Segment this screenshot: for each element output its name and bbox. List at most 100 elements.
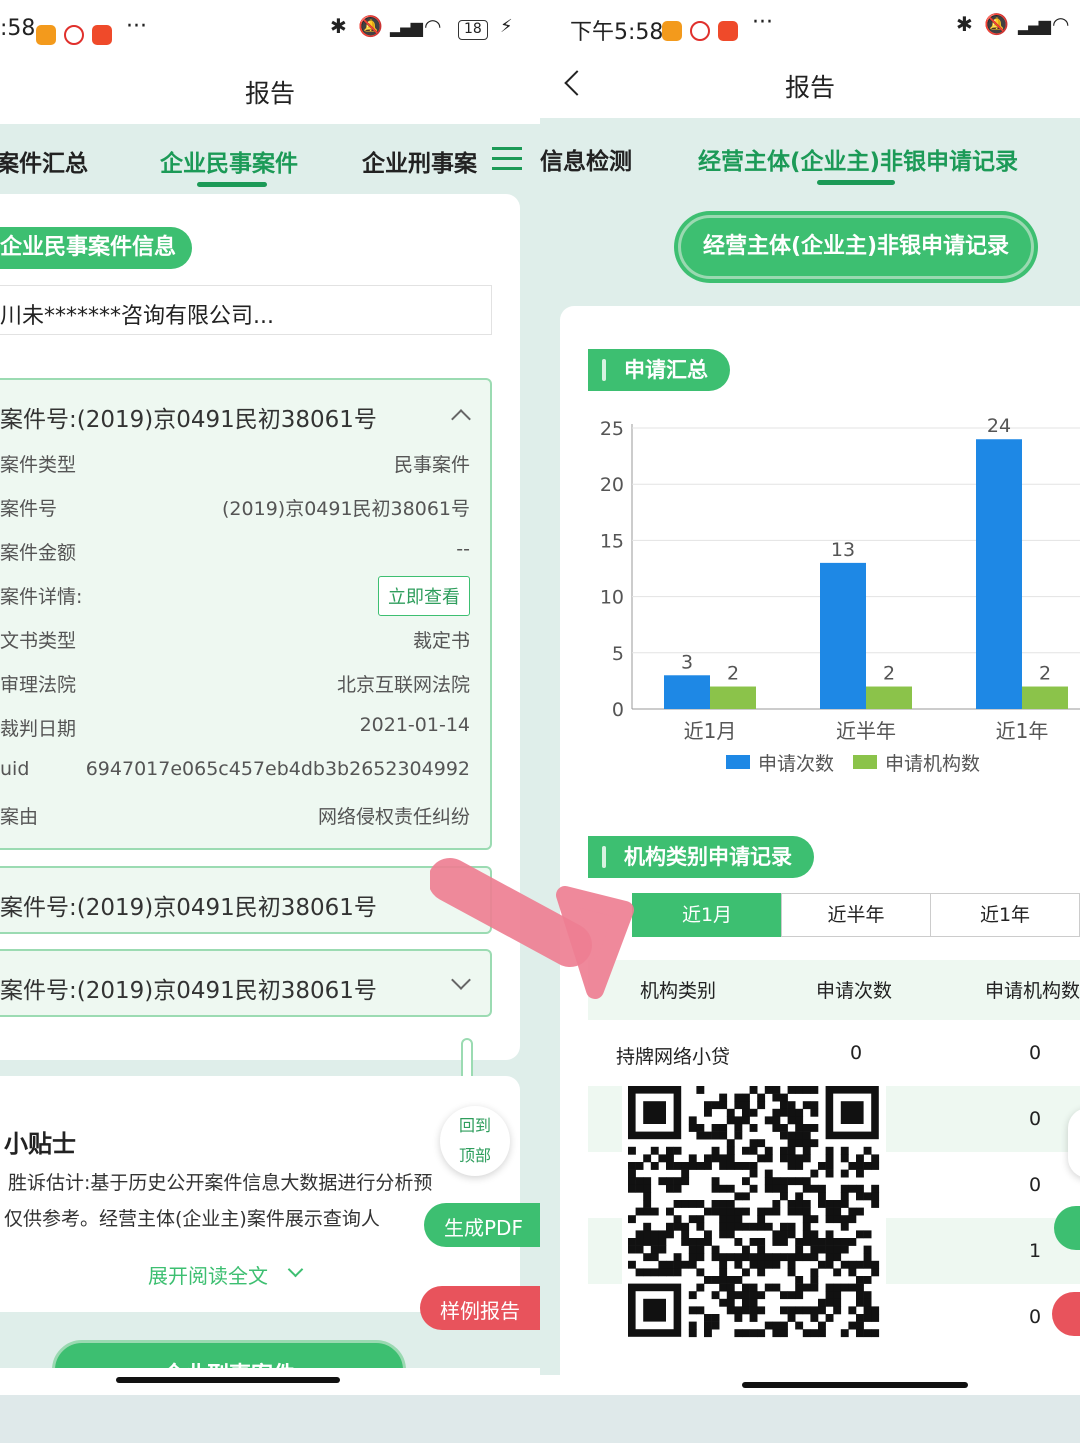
qr-code-image — [622, 1080, 886, 1344]
table-row: 持牌网络小贷 0 0 — [588, 1020, 1080, 1086]
menu-icon[interactable] — [492, 146, 522, 170]
case-field-row: 审理法院 北京互联网法院 — [0, 662, 470, 706]
status-bar: :58 ··· ✱ 🔕 ▂▄▆ ◠ 18 ⚡ — [0, 0, 540, 62]
expand-label: 展开阅读全文 — [148, 1264, 268, 1288]
tab-case-summary[interactable]: 案件汇总 — [0, 144, 88, 178]
right-screenshot: 下午5:58 ··· ✱ 🔕 ▂▄▆ ◠ 报告 信息检测 经营主体(企业主)非银… — [540, 0, 1080, 1395]
period-tab-6m[interactable]: 近半年 — [781, 893, 931, 937]
case-title: 案件号:(2019)京0491民初38061号 — [0, 895, 377, 921]
case-field-row: 案件类型 民事案件 — [0, 442, 470, 486]
x-tick-label: 近1年 — [996, 719, 1049, 743]
signal-icon: ▂▄▆ — [390, 18, 423, 37]
case-field-row: 案由 网络侵权责任纠纷 — [0, 794, 470, 838]
mute-icon: 🔕 — [984, 12, 1009, 36]
page-title: 报告 — [784, 73, 835, 102]
field-value: 网络侵权责任纠纷 — [317, 806, 470, 828]
field-label: 案由 — [0, 806, 39, 828]
title-bar: 报告 — [540, 56, 1080, 118]
company-select[interactable]: 川未*******咨询有限公司... — [0, 285, 492, 335]
case-field-row: uid 6947017e065c457eb4db3b2652304992 — [0, 750, 470, 794]
case-item-collapsed[interactable]: 案件号:(2019)京0491民初38061号 — [0, 949, 492, 1017]
app-notification-icon — [92, 22, 112, 47]
tab-non-bank-records[interactable]: 经营主体(企业主)非银申请记录 — [698, 142, 1018, 176]
cell-orgs: 0 — [1029, 1174, 1042, 1196]
field-label: 审理法院 — [0, 674, 77, 696]
bluetooth-icon: ✱ — [956, 12, 973, 36]
field-value: 民事案件 — [393, 454, 470, 476]
back-to-top-button[interactable] — [1068, 1108, 1080, 1178]
cell-orgs: 0 — [1029, 1042, 1042, 1064]
data-label: 3 — [681, 651, 693, 673]
weibo-icon — [690, 18, 710, 43]
field-value: 裁定书 — [412, 630, 470, 652]
y-tick-label: 25 — [600, 418, 624, 440]
field-label: 案件金额 — [0, 542, 77, 564]
active-tab-indicator — [197, 182, 267, 187]
field-label: 案件号 — [0, 498, 58, 520]
app-notification-icon — [36, 22, 56, 47]
cell-category: 持牌网络小贷 — [616, 1046, 731, 1068]
tab-enterprise-criminal[interactable]: 企业刑事案 — [362, 144, 477, 178]
field-value: -- — [456, 538, 470, 560]
more-notifications-icon: ··· — [126, 14, 147, 39]
weibo-icon — [64, 22, 84, 47]
bar — [664, 675, 710, 709]
status-bar: 下午5:58 ··· ✱ 🔕 ▂▄▆ ◠ — [540, 0, 1080, 62]
title-bar-mark — [602, 359, 606, 381]
expand-full-text-link[interactable]: 展开阅读全文 — [148, 1260, 304, 1289]
tab-info-check[interactable]: 信息检测 — [540, 142, 632, 176]
table-header: 机构类别 申请次数 申请机构数 — [588, 960, 1080, 1020]
case-field-row: 案件详情: 立即查看 — [0, 574, 470, 618]
header-count: 申请次数 — [816, 980, 893, 1002]
home-indicator[interactable] — [116, 1377, 340, 1383]
x-tick-label: 近半年 — [836, 719, 896, 743]
chevron-up-icon[interactable] — [451, 409, 471, 429]
charging-icon: ⚡ — [500, 16, 513, 37]
status-time: :58 — [0, 16, 36, 41]
tips-line: 胜诉估计:基于历史公开案件信息大数据进行分析预 — [8, 1172, 433, 1194]
legend-label: 申请机构数 — [885, 753, 980, 775]
bar — [1022, 686, 1068, 709]
back-to-top-button[interactable]: 回到 顶部 — [440, 1106, 510, 1176]
case-title[interactable]: 案件号:(2019)京0491民初38061号 — [0, 400, 377, 434]
cell-orgs: 0 — [1029, 1306, 1042, 1328]
bar — [710, 686, 756, 709]
tab-enterprise-civil[interactable]: 企业民事案件 — [160, 144, 298, 178]
bar — [820, 562, 866, 709]
generate-pdf-button[interactable]: 生成PDF — [424, 1203, 540, 1247]
back-to-top-label: 回到 — [458, 1116, 491, 1135]
sample-report-button[interactable]: 样例报告 — [420, 1286, 540, 1330]
cell-count: 0 — [850, 1042, 863, 1064]
mute-icon: 🔕 — [358, 14, 383, 38]
cell-orgs: 1 — [1029, 1240, 1042, 1262]
field-label: uid — [0, 758, 30, 780]
app-notification-icon — [718, 18, 738, 43]
x-tick-label: 近1月 — [684, 719, 737, 743]
active-tab-indicator — [817, 180, 895, 185]
report-tabs: 信息检测 经营主体(企业主)非银申请记录 — [540, 118, 1080, 192]
wifi-icon: ◠ — [424, 14, 442, 38]
home-indicator[interactable] — [742, 1382, 968, 1388]
field-value: (2019)京0491民初38061号 — [222, 498, 470, 520]
case-field-row: 裁判日期 2021-01-14 — [0, 706, 470, 750]
view-details-button[interactable]: 立即查看 — [378, 576, 470, 616]
y-tick-label: 15 — [600, 530, 624, 552]
field-value: 2021-01-14 — [359, 714, 470, 736]
back-to-top-label: 顶部 — [458, 1146, 491, 1165]
left-screenshot: :58 ··· ✱ 🔕 ▂▄▆ ◠ 18 ⚡ 报告 案件汇总 企业民事案件 企业… — [0, 0, 540, 1395]
bluetooth-icon: ✱ — [330, 14, 347, 38]
data-label: 2 — [1039, 663, 1051, 685]
y-tick-label: 0 — [612, 699, 624, 721]
case-item-collapsed[interactable]: 案件号:(2019)京0491民初38061号 — [0, 866, 492, 934]
data-label: 13 — [831, 539, 855, 561]
case-item-expanded: 案件号:(2019)京0491民初38061号 案件类型 民事案件 案件号 (2… — [0, 378, 492, 850]
page-title: 报告 — [244, 79, 295, 108]
period-tab-1y[interactable]: 近1年 — [930, 893, 1080, 937]
field-value: 6947017e065c457eb4db3b2652304992 — [85, 758, 470, 780]
field-label: 文书类型 — [0, 630, 77, 652]
wifi-icon: ◠ — [1052, 12, 1070, 36]
case-title: 案件号:(2019)京0491民初38061号 — [0, 978, 377, 1004]
case-field-row: 案件号 (2019)京0491民初38061号 — [0, 486, 470, 530]
signal-icon: ▂▄▆ — [1018, 16, 1051, 35]
legend-swatch — [726, 755, 750, 769]
